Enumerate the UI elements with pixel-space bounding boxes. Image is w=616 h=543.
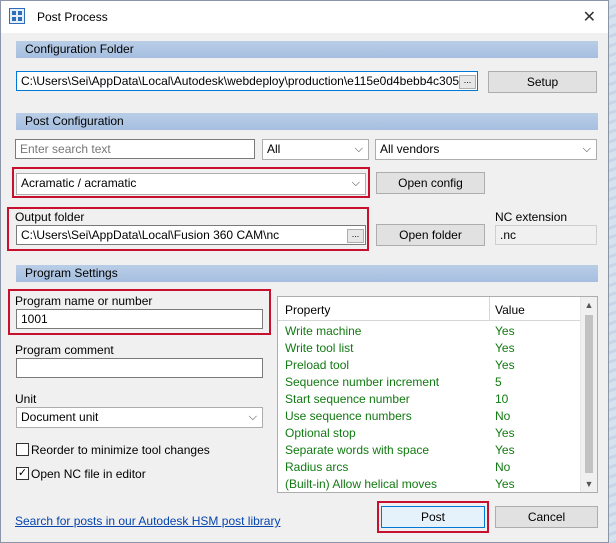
property-row[interactable]: Write tool list Yes [278,339,581,356]
highlight-post-button [377,501,489,533]
chevron-down-icon: ⌵ [248,411,257,423]
property-value[interactable]: No [495,409,510,423]
property-row[interactable]: Separate words with space Yes [278,441,581,458]
property-row[interactable]: Write machine Yes [278,322,581,339]
property-value[interactable]: Yes [495,426,515,440]
chevron-down-icon: ⌵ [354,143,363,155]
property-row[interactable]: Preload tool Yes [278,356,581,373]
property-row[interactable]: Radius arcs No [278,458,581,475]
column-header-value[interactable]: Value [495,303,525,317]
nc-extension-label: NC extension [495,210,568,224]
property-rows: Write machine Yes Write tool list Yes Preloa… [278,322,581,492]
config-folder-path[interactable]: C:\Users\Sei\AppData\Local\Autodesk\webd… [16,71,478,91]
unit-label: Unit [15,392,37,406]
property-name: Separate words with space [285,443,430,457]
property-value[interactable]: Yes [495,324,515,338]
nc-extension-field: .nc [495,225,597,245]
property-value[interactable]: Yes [495,477,515,491]
property-value[interactable]: No [495,460,510,474]
property-name: Write tool list [285,341,354,355]
property-row[interactable]: (Built-in) Allow helical moves Yes [278,475,581,492]
filter-select[interactable]: All ⌵ [262,139,369,160]
reorder-label: Reorder to minimize tool changes [31,443,210,457]
property-value[interactable]: Yes [495,443,515,457]
highlight-post-select [12,167,370,198]
property-value[interactable]: Yes [495,341,515,355]
property-name: (Built-in) Allow helical moves [285,477,438,491]
property-value[interactable]: 5 [495,375,502,389]
section-post-configuration: Post Configuration [16,113,598,130]
highlight-program-name [8,289,271,335]
property-name: Radius arcs [285,460,349,474]
open-nc-checkbox[interactable]: ✓ [16,467,29,480]
property-value[interactable]: Yes [495,358,515,372]
property-grid[interactable]: Property Value Write machine Yes Write too… [277,296,598,493]
property-row[interactable]: Optional stop Yes [278,424,581,441]
property-name: Optional stop [285,426,356,440]
scroll-down-icon[interactable]: ▼ [581,476,597,492]
property-grid-scrollbar[interactable]: ▲ ▼ [580,297,597,492]
reorder-checkbox[interactable] [16,443,29,456]
vendor-select[interactable]: All vendors ⌵ [375,139,597,160]
search-input[interactable]: Enter search text [15,139,255,159]
open-folder-button[interactable]: Open folder [376,224,485,246]
property-name: Start sequence number [285,392,410,406]
nc-extension-value: .nc [500,228,517,242]
open-config-button[interactable]: Open config [376,172,485,194]
background-window-edge [609,0,616,543]
cancel-button[interactable]: Cancel [495,506,598,528]
property-value[interactable]: 10 [495,392,508,406]
scroll-up-icon[interactable]: ▲ [581,297,597,313]
highlight-output-folder [7,207,369,251]
property-grid-header: Property Value [278,297,581,321]
property-name: Use sequence numbers [285,409,412,423]
config-folder-browse-button[interactable]: ... [459,75,476,89]
close-icon[interactable]: ✕ [583,7,596,27]
section-program-settings: Program Settings [16,265,598,282]
chevron-down-icon: ⌵ [582,143,591,155]
setup-button[interactable]: Setup [488,71,597,93]
vendor-select-value: All vendors [380,142,440,156]
scroll-thumb[interactable] [585,315,593,473]
window-title: Post Process [37,10,108,24]
property-name: Preload tool [285,358,350,372]
property-row[interactable]: Start sequence number 10 [278,390,581,407]
property-row[interactable]: Use sequence numbers No [278,407,581,424]
hsm-post-library-link[interactable]: Search for posts in our Autodesk HSM pos… [15,514,280,528]
unit-select-value: Document unit [21,410,99,424]
post-process-dialog: Post Process ✕ Configuration Folder C:\U… [0,0,609,543]
property-name: Write machine [285,324,362,338]
filter-select-value: All [267,142,281,156]
program-comment-input[interactable] [16,358,263,378]
post-process-app-icon [9,8,25,24]
property-name: Sequence number increment [285,375,440,389]
check-mark-icon: ✓ [17,467,28,479]
property-row[interactable]: Sequence number increment 5 [278,373,581,390]
program-comment-label: Program comment [15,343,114,357]
section-configuration-folder: Configuration Folder [16,41,598,58]
config-folder-path-text: C:\Users\Sei\AppData\Local\Autodesk\webd… [21,74,460,88]
unit-select[interactable]: Document unit ⌵ [16,407,263,428]
column-header-property[interactable]: Property [285,303,330,317]
title-bar: Post Process ✕ [1,1,608,33]
open-nc-label: Open NC file in editor [31,467,146,481]
